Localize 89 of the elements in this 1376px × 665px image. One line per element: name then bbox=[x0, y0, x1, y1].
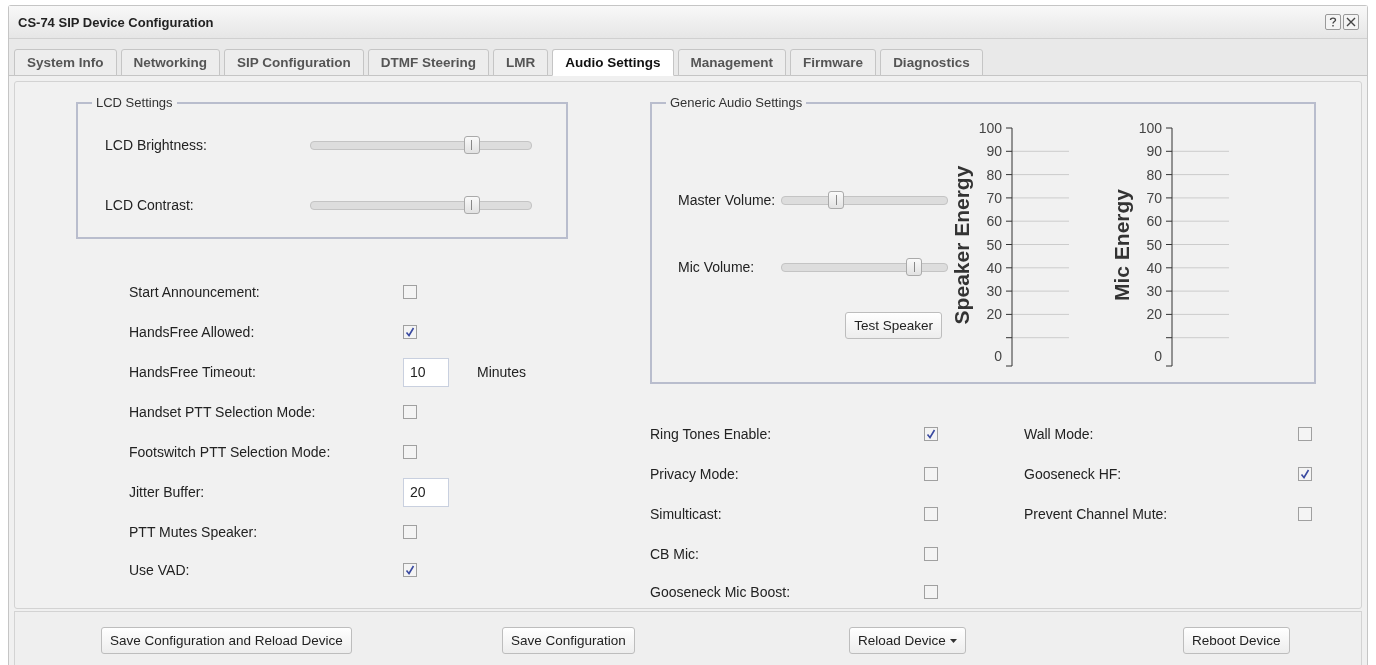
option-label: Simulticast: bbox=[650, 506, 723, 522]
caret-icon bbox=[949, 638, 957, 643]
option-label: PTT Mutes Speaker: bbox=[129, 524, 259, 540]
tick-label: 0 bbox=[994, 348, 1002, 364]
tab[interactable]: Firmware bbox=[790, 49, 877, 76]
checkbox[interactable] bbox=[1298, 427, 1312, 441]
help-icon bbox=[1329, 17, 1337, 27]
tick-label: 40 bbox=[1146, 259, 1162, 276]
tick-label: 80 bbox=[986, 166, 1002, 183]
tick-label: 20 bbox=[986, 306, 1002, 323]
tick-label: 60 bbox=[1146, 213, 1162, 230]
tick-label: 50 bbox=[1146, 236, 1162, 253]
option-label: Start Announcement: bbox=[129, 284, 261, 300]
slider-thumb[interactable] bbox=[463, 135, 480, 154]
tab[interactable]: Management bbox=[677, 49, 787, 76]
tick-label: 30 bbox=[1146, 283, 1162, 300]
slider-thumb[interactable] bbox=[906, 257, 922, 276]
tick-label: 100 bbox=[1138, 120, 1162, 136]
tick-label: 30 bbox=[986, 283, 1002, 300]
option-label: Prevent Channel Mute: bbox=[1024, 506, 1169, 522]
tab[interactable]: Audio Settings bbox=[552, 49, 674, 76]
checkbox[interactable] bbox=[403, 285, 417, 299]
check-icon bbox=[1300, 469, 1310, 479]
dropdown-button[interactable]: Reload Device bbox=[849, 627, 966, 654]
test-speaker-button[interactable]: Test Speaker bbox=[845, 312, 942, 339]
option-label: Handset PTT Selection Mode: bbox=[129, 404, 317, 420]
window-title: CS-74 SIP Device Configuration bbox=[18, 14, 214, 30]
footer-button[interactable]: Save Configuration bbox=[502, 627, 635, 654]
help-button[interactable] bbox=[1325, 14, 1341, 30]
tab[interactable]: DTMF Steering bbox=[367, 49, 490, 76]
option-label: Privacy Mode: bbox=[650, 466, 740, 482]
check-icon bbox=[405, 565, 415, 575]
tick-label: 90 bbox=[986, 143, 1002, 160]
slider-label: Mic Volume: bbox=[678, 259, 756, 275]
tab[interactable]: LMR bbox=[493, 49, 549, 76]
checkbox[interactable] bbox=[403, 325, 417, 339]
slider-label: LCD Brightness: bbox=[105, 137, 207, 153]
slider-thumb[interactable] bbox=[828, 190, 845, 209]
option-label: Gooseneck Mic Boost: bbox=[650, 584, 792, 600]
group-legend: Generic Audio Settings bbox=[666, 95, 807, 110]
unit-label: Minutes bbox=[477, 364, 528, 380]
footer-button[interactable]: Reboot Device bbox=[1183, 627, 1290, 654]
check-icon bbox=[926, 429, 936, 439]
slider-label: Master Volume: bbox=[678, 192, 777, 208]
footer-button[interactable]: Save Configuration and Reload Device bbox=[101, 627, 352, 654]
tick-label: 0 bbox=[1154, 348, 1162, 364]
tab[interactable]: Diagnostics bbox=[880, 49, 983, 76]
checkbox[interactable] bbox=[403, 525, 417, 539]
checkbox[interactable] bbox=[924, 427, 938, 441]
tick-label: 20 bbox=[1146, 306, 1162, 323]
check-icon bbox=[405, 327, 415, 337]
tick-label: 90 bbox=[1146, 143, 1162, 160]
option-label: Jitter Buffer: bbox=[129, 484, 206, 500]
tick-label: 50 bbox=[986, 236, 1002, 253]
input-field[interactable]: 10 bbox=[403, 357, 449, 387]
checkbox[interactable] bbox=[1298, 507, 1312, 521]
checkbox[interactable] bbox=[924, 507, 938, 521]
checkbox[interactable] bbox=[403, 445, 417, 459]
tick-label: 80 bbox=[1146, 166, 1162, 183]
group-legend: LCD Settings bbox=[92, 95, 177, 110]
option-label: HandsFree Timeout: bbox=[129, 364, 257, 380]
slider-label: LCD Contrast: bbox=[105, 197, 194, 213]
checkbox[interactable] bbox=[403, 405, 417, 419]
tick-label: 70 bbox=[986, 189, 1002, 206]
tab[interactable]: SIP Configuration bbox=[224, 49, 364, 76]
input-field[interactable]: 20 bbox=[403, 477, 449, 507]
option-label: CB Mic: bbox=[650, 546, 700, 562]
meter-title: Mic Energy bbox=[1110, 189, 1134, 301]
close-icon bbox=[1346, 17, 1356, 27]
checkbox[interactable] bbox=[924, 585, 938, 599]
tick-label: 60 bbox=[986, 213, 1002, 230]
slider-thumb[interactable] bbox=[463, 195, 480, 214]
meter-title: Speaker Energy bbox=[950, 165, 974, 325]
option-label: HandsFree Allowed: bbox=[129, 324, 256, 340]
checkbox[interactable] bbox=[403, 563, 417, 577]
checkbox[interactable] bbox=[924, 547, 938, 561]
checkbox[interactable] bbox=[1298, 467, 1312, 481]
tab[interactable]: Networking bbox=[120, 49, 221, 76]
tick-label: 40 bbox=[986, 259, 1002, 276]
option-label: Gooseneck HF: bbox=[1024, 466, 1123, 482]
tab[interactable]: System Info bbox=[14, 49, 117, 76]
option-label: Use VAD: bbox=[129, 562, 191, 578]
checkbox[interactable] bbox=[924, 467, 938, 481]
close-button[interactable] bbox=[1343, 14, 1359, 30]
option-label: Ring Tones Enable: bbox=[650, 426, 773, 442]
tick-label: 100 bbox=[978, 120, 1002, 136]
option-label: Footswitch PTT Selection Mode: bbox=[129, 444, 332, 460]
tick-label: 70 bbox=[1146, 189, 1162, 206]
option-label: Wall Mode: bbox=[1024, 426, 1095, 442]
